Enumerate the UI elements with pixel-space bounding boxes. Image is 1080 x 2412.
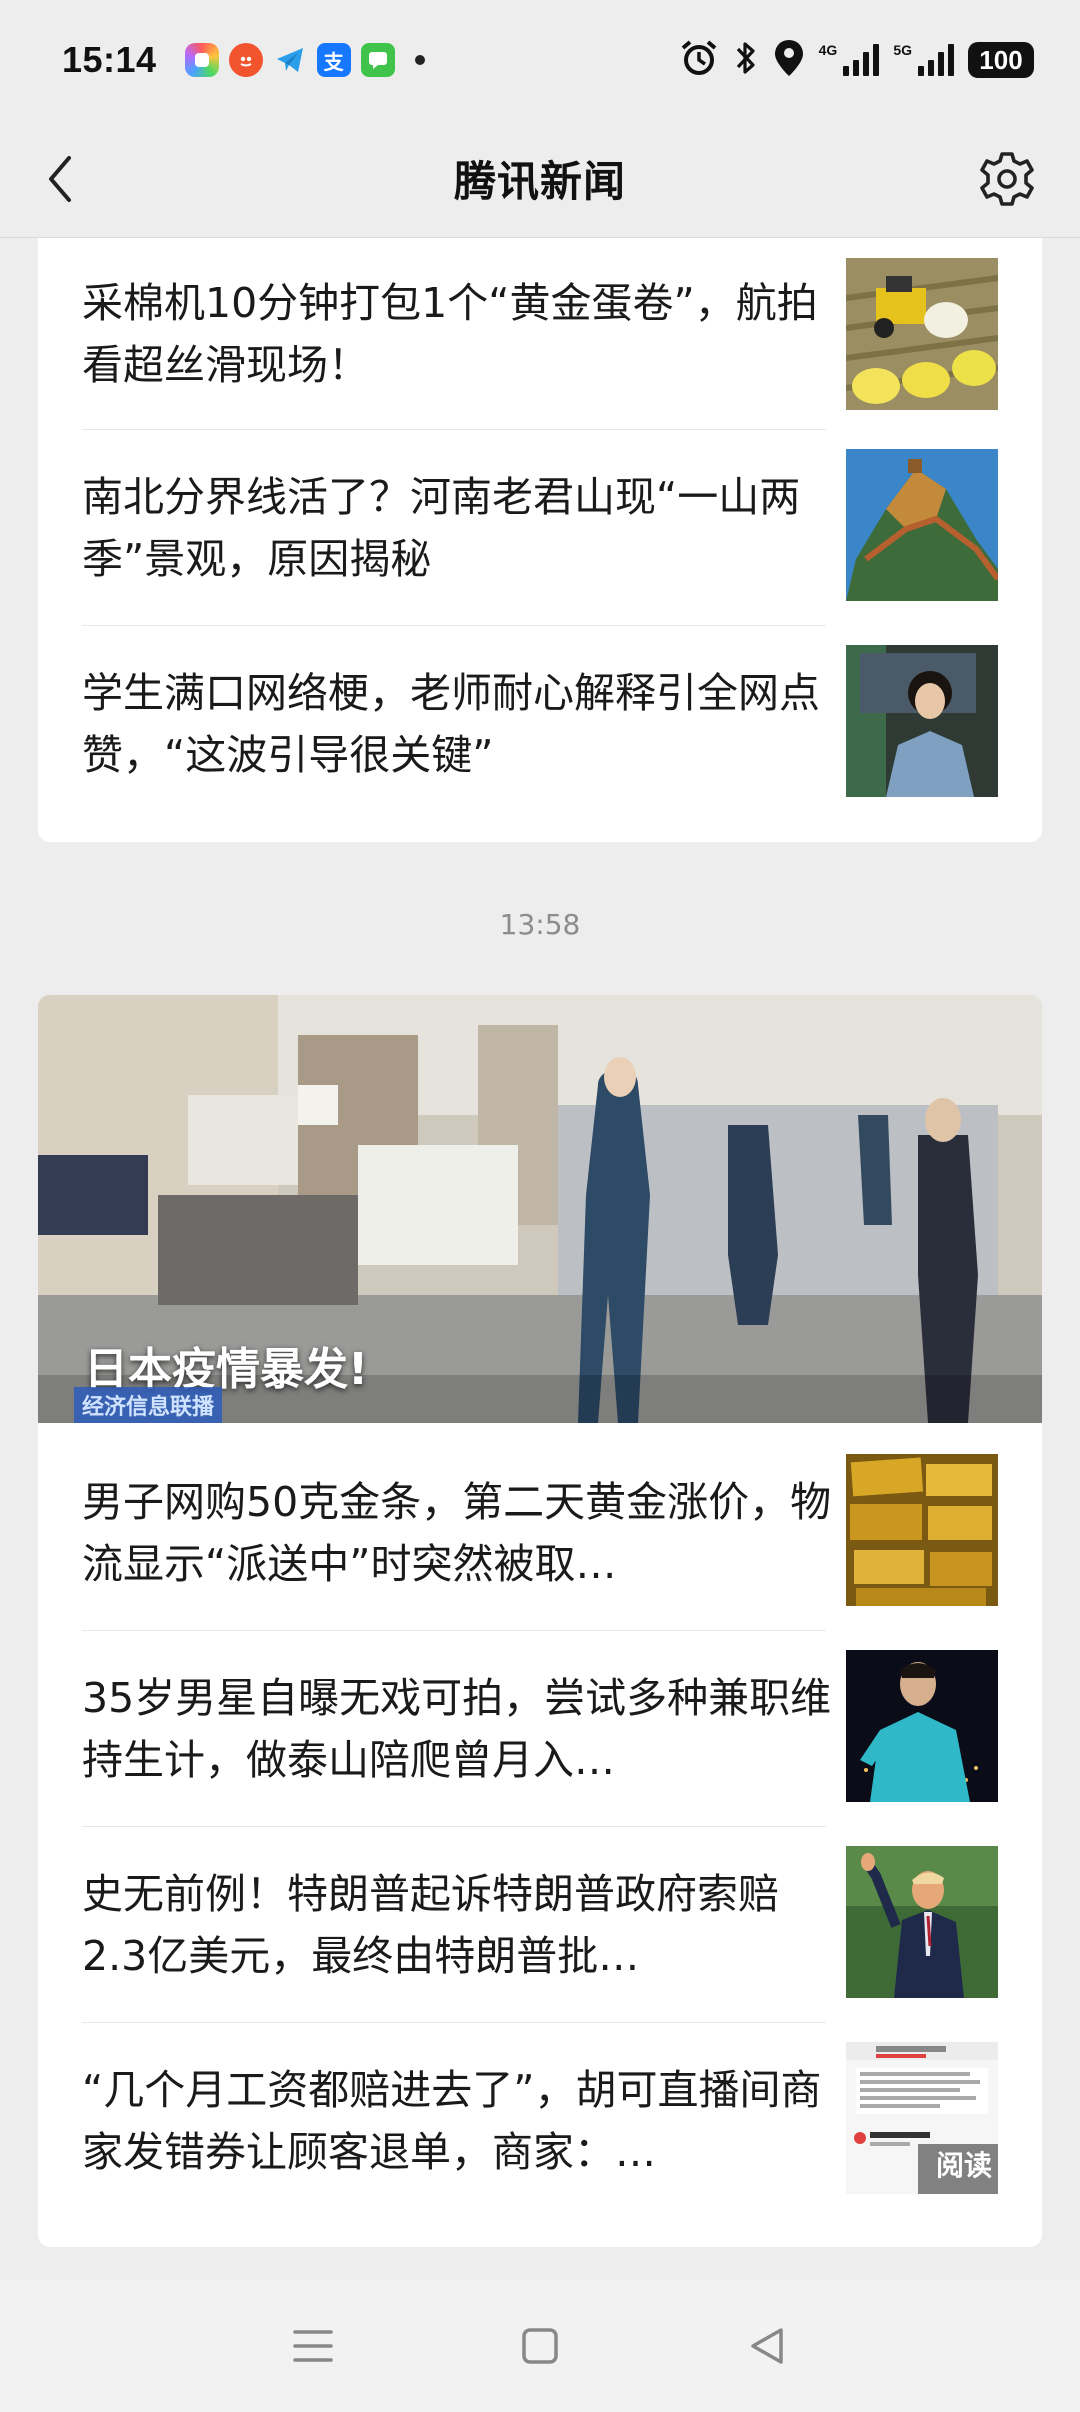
status-bar: 15:14 支 4G 5G 100 xyxy=(0,0,1080,120)
back-triangle-icon xyxy=(750,2328,783,2364)
news-item[interactable]: 学生满口网络梗，老师耐心解释引全网点赞，“这波引导很关键” xyxy=(38,626,1042,822)
home-square-icon xyxy=(522,2328,558,2364)
status-app-icons: 支 xyxy=(184,43,425,77)
home-button[interactable] xyxy=(500,2306,580,2386)
news-item[interactable]: 35岁男星自曝无戏可拍，尝试多种兼职维持生计，做泰山陪爬曾月入… xyxy=(38,1631,1042,1827)
news-list: 男子网购50克金条，第二天黄金涨价，物流显示“派送中”时突然被取… 35岁男星自… xyxy=(38,1435,1042,2219)
page: 15:14 支 4G 5G 100 腾讯新闻 采棉机10分钟打包1个“黄金蛋卷”… xyxy=(0,0,1080,2412)
alarm-icon xyxy=(679,38,719,82)
status-indicators: 4G 5G 100 xyxy=(679,38,1034,82)
telegram-icon xyxy=(273,43,307,77)
status-time: 15:14 xyxy=(62,39,157,80)
news-item[interactable]: 南北分界线活了？河南老君山现“一山两季”景观，原因揭秘 xyxy=(38,430,1042,626)
news-title: 学生满口网络梗，老师耐心解释引全网点赞，“这波引导很关键” xyxy=(82,669,820,779)
news-thumbnail xyxy=(846,449,998,601)
news-thumbnail xyxy=(846,1650,998,1802)
news-card-top: 采棉机10分钟打包1个“黄金蛋卷”，航拍看超丝滑现场！ 南北分界线活了？河南老君… xyxy=(38,238,1042,842)
news-thumbnail xyxy=(846,1454,998,1606)
chevron-left-icon xyxy=(49,156,71,202)
timestamp-label: 13:58 xyxy=(499,908,581,941)
news-thumbnail xyxy=(846,258,998,410)
news-item[interactable]: “几个月工资都赔进去了”，胡可直播间商家发错券让顾客退单，商家：… 阅读 xyxy=(38,2023,1042,2219)
network-4g-label: 4G xyxy=(818,42,838,58)
more-notifications-dot xyxy=(414,55,425,65)
settings-button[interactable] xyxy=(974,146,1040,212)
signal-5g-icon xyxy=(918,44,954,76)
app-orange-icon xyxy=(228,43,263,77)
signal-4g-icon xyxy=(843,44,880,76)
news-title: 男子网购50克金条，第二天黄金涨价，物流显示“派送中”时突然被取… xyxy=(82,1478,832,1588)
battery-indicator: 100 xyxy=(968,42,1034,78)
news-title: 史无前例！特朗普起诉特朗普政府索赔2.3亿美元，最终由特朗普批… xyxy=(82,1870,779,1980)
network-5g-label: 5G xyxy=(893,42,912,58)
news-item[interactable]: 史无前例！特朗普起诉特朗普政府索赔2.3亿美元，最终由特朗普批… xyxy=(38,1827,1042,2023)
news-title: 南北分界线活了？河南老君山现“一山两季”景观，原因揭秘 xyxy=(82,473,801,583)
alipay-icon: 支 xyxy=(316,43,351,77)
hero-news[interactable]: 日本疫情暴发! 经济信息联播 xyxy=(38,995,1042,1423)
message-icon xyxy=(360,43,395,77)
page-title: 腾讯新闻 xyxy=(453,157,626,206)
menu-button[interactable] xyxy=(273,2306,353,2386)
menu-icon xyxy=(293,2330,334,2362)
location-icon xyxy=(773,38,805,82)
news-item[interactable]: 男子网购50克金条，第二天黄金涨价，物流显示“派送中”时突然被取… xyxy=(38,1435,1042,1631)
back-button[interactable] xyxy=(30,146,90,212)
news-title: 35岁男星自曝无戏可拍，尝试多种兼职维持生计，做泰山陪爬曾月入… xyxy=(82,1674,832,1784)
news-thumbnail: 阅读 xyxy=(846,2042,998,2194)
news-thumbnail xyxy=(846,1846,998,1998)
header: 腾讯新闻 xyxy=(0,120,1080,238)
news-title: “几个月工资都赔进去了”，胡可直播间商家发错券让顾客退单，商家：… xyxy=(82,2066,822,2176)
hero-ticker: 经济信息联播 xyxy=(74,1387,223,1423)
app-multicolor-icon xyxy=(184,43,219,77)
system-nav-bar xyxy=(0,2280,1080,2412)
news-item[interactable]: 采棉机10分钟打包1个“黄金蛋卷”，航拍看超丝滑现场！ xyxy=(38,238,1042,430)
gear-icon xyxy=(980,152,1034,206)
read-overlay-label: 阅读 xyxy=(935,2149,992,2182)
bluetooth-icon xyxy=(733,39,759,81)
system-back-button[interactable] xyxy=(727,2306,807,2386)
news-thumbnail xyxy=(846,645,998,797)
news-card-bottom: 日本疫情暴发! 经济信息联播 男子网购50克金条，第二天黄金涨价，物流显示“派送… xyxy=(38,995,1042,2247)
news-title: 采棉机10分钟打包1个“黄金蛋卷”，航拍看超丝滑现场！ xyxy=(82,279,818,389)
